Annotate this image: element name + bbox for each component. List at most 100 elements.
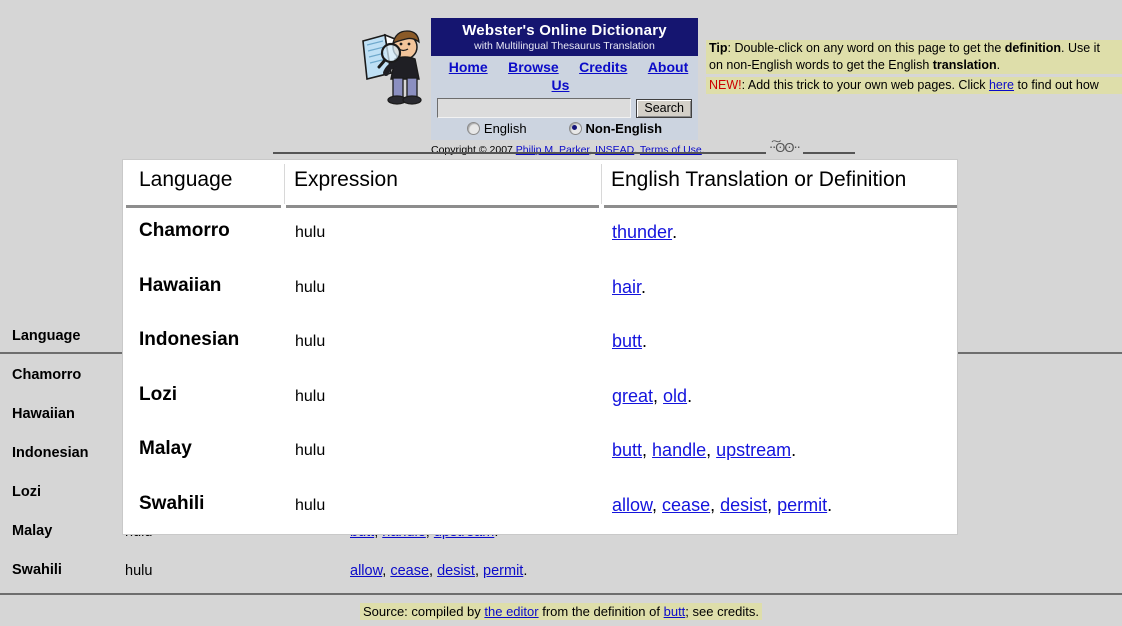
source-text: Source: compiled by the editor from the … — [359, 603, 762, 620]
radio-option-non-english[interactable]: Non-English — [568, 121, 663, 136]
source-link-butt[interactable]: butt — [664, 604, 686, 619]
copyright-link-insead[interactable]: INSEAD — [595, 144, 634, 156]
tip-line-3-a: : Add this trick to your own web pages. … — [741, 78, 989, 92]
copyright-link-author[interactable]: Philip M. Parker — [516, 144, 590, 156]
table-row: Chamorro hulu thunder. — [123, 208, 957, 263]
source-suffix: ; see credits. — [685, 604, 759, 619]
results-table-body: Chamorro hulu thunder. Hawaiian hulu hai… — [123, 208, 957, 534]
nav-link-credits[interactable]: Credits — [579, 59, 627, 75]
background-cell-language: Hawaiian — [12, 406, 75, 422]
tip-new-badge: NEW! — [709, 78, 742, 92]
translation-link[interactable]: permit — [777, 495, 827, 515]
table-row: Swahili hulu allow, cease, desist, permi… — [0, 559, 1122, 598]
table-row: Hawaiian hulu hair. — [123, 263, 957, 318]
background-cell-language: Lozi — [12, 484, 41, 500]
cell-expression: hulu — [295, 387, 326, 405]
tip-bold-definition: definition — [1004, 41, 1062, 55]
cell-translation: butt. — [612, 331, 648, 351]
tip-line-1: Tip: Double-click on any word on this pa… — [706, 40, 1122, 57]
column-header-expression: Expression — [294, 168, 398, 191]
background-cell-language: Indonesian — [12, 445, 89, 461]
table-row: Lozi hulu great, old. — [123, 372, 957, 427]
translation-link[interactable]: butt — [612, 440, 642, 460]
cell-language: Lozi — [139, 383, 177, 405]
tip-line-2-b: . — [996, 58, 1001, 72]
radio-option-english[interactable]: English — [466, 121, 527, 136]
translation-link[interactable]: handle — [652, 440, 706, 460]
nav-link-browse[interactable]: Browse — [508, 59, 559, 75]
search-button[interactable]: Search — [636, 98, 692, 118]
translation-link[interactable]: cease — [390, 563, 429, 579]
cell-expression: hulu — [295, 442, 326, 459]
cell-translation: great, old. — [612, 385, 693, 406]
translation-link[interactable]: butt — [612, 331, 642, 351]
column-header-language: Language — [139, 168, 233, 191]
translation-results-panel: Language Expression English Translation … — [122, 159, 958, 535]
copyright-line: Copyright © 2007 Philip M. Parker, INSEA… — [431, 144, 705, 156]
tip-line-2: on non-English words to get the English … — [706, 57, 1122, 74]
translation-link[interactable]: permit — [483, 563, 523, 579]
tip-bold-translation: translation — [932, 58, 997, 72]
search-input[interactable] — [437, 98, 632, 118]
background-col-header-language: Language — [12, 328, 81, 344]
translation-link[interactable]: allow — [350, 563, 382, 579]
translation-link[interactable]: desist — [720, 495, 767, 515]
cell-translation: allow, cease, desist, permit. — [612, 494, 833, 515]
cell-expression: hulu — [295, 333, 326, 350]
cell-language: Malay — [139, 438, 192, 459]
results-table-header: Language Expression English Translation … — [123, 160, 957, 205]
translation-link[interactable]: cease — [662, 495, 710, 515]
radio-english-icon[interactable] — [466, 122, 480, 135]
tip-line-2-a: on non-English words to get the English — [709, 58, 933, 72]
brand-panel: Webster's Online Dictionary with Multili… — [431, 18, 705, 156]
cell-expression: hulu — [295, 224, 326, 241]
table-row: Indonesian hulu butt. — [123, 317, 957, 372]
header-column-divider-2 — [601, 164, 602, 204]
cell-language: Hawaiian — [139, 274, 222, 296]
search-scope-radios: English Non-English — [431, 120, 698, 140]
cell-expression: hulu — [295, 496, 326, 514]
cell-language: Indonesian — [139, 329, 240, 350]
site-title: Webster's Online Dictionary — [431, 18, 698, 40]
radio-english-label: English — [483, 121, 527, 136]
translation-link[interactable]: thunder — [612, 222, 672, 242]
tip-line-1-b: . Use it — [1061, 41, 1100, 55]
table-row: Malay hulu butt, handle, upstream. — [123, 426, 957, 481]
translation-link[interactable]: great — [612, 386, 653, 406]
cell-language: Swahili — [139, 492, 205, 514]
copyright-suffix: . — [701, 144, 705, 156]
ornament-glyph-icon: ⋅⋅͠ʘʘ⋅⋅ — [766, 140, 803, 156]
site-subtitle: with Multilingual Thesaurus Translation — [431, 40, 698, 56]
copyright-prefix: Copyright © 2007 — [431, 144, 516, 156]
radio-non-english-icon[interactable] — [568, 122, 582, 135]
background-cell-translation: allow, cease, desist, permit. — [350, 563, 528, 579]
site-masthead: Webster's Online Dictionary with Multili… — [355, 18, 705, 156]
cell-expression: hulu — [295, 278, 326, 296]
copyright-link-terms[interactable]: Terms of Use — [640, 144, 702, 156]
translation-link[interactable]: upstream — [716, 440, 791, 460]
translation-link[interactable]: hair — [612, 277, 641, 297]
translation-link[interactable]: allow — [612, 495, 652, 515]
translation-link[interactable]: desist — [437, 563, 475, 579]
tip-label: Tip — [709, 41, 728, 55]
column-header-english-translation: English Translation or Definition — [611, 168, 907, 191]
radio-non-english-label: Non-English — [585, 121, 663, 136]
header-column-divider-1 — [284, 164, 285, 204]
source-link-editor[interactable]: the editor — [484, 604, 538, 619]
background-cell-expression: hulu — [125, 563, 153, 579]
tip-line-3-b: to find out how — [1014, 78, 1099, 92]
cell-translation: thunder. — [612, 222, 678, 242]
cell-translation: butt, handle, upstream. — [612, 440, 797, 460]
background-cell-language: Swahili — [12, 562, 62, 578]
tip-here-link[interactable]: here — [989, 78, 1014, 92]
background-cell-language: Malay — [12, 523, 53, 539]
tip-line-3: NEW!: Add this trick to your own web pag… — [706, 77, 1122, 94]
tip-line-1-a: : Double-click on any word on this page … — [727, 41, 1005, 55]
translation-link[interactable]: old — [663, 386, 687, 406]
background-cell-language: Chamorro — [12, 367, 82, 383]
man-with-magnifying-glass-reading-book-icon — [355, 25, 431, 110]
nav-link-home[interactable]: Home — [449, 59, 488, 75]
source-footer: Source: compiled by the editor from the … — [0, 603, 1122, 620]
source-mid: from the definition of — [538, 604, 664, 619]
source-prefix: Source: compiled by — [362, 604, 485, 619]
